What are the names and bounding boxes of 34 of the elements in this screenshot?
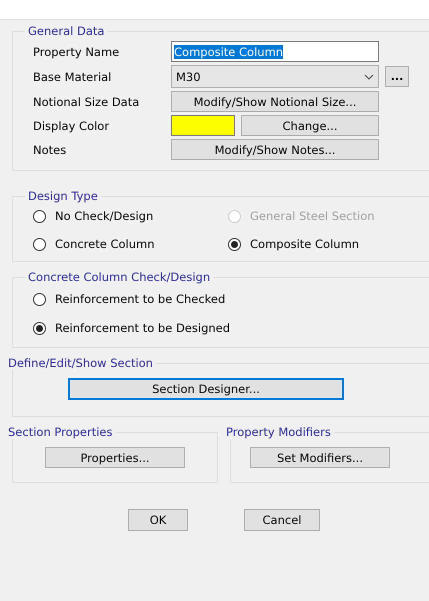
modify-button[interactable]: Modify/Show Notes...	[171, 139, 379, 160]
radio-button[interactable]	[228, 238, 241, 250]
material-dropdown[interactable]: M30	[171, 65, 379, 88]
modify-button[interactable]: Modify/Show Notional Size...	[171, 91, 379, 112]
properties-button[interactable]: Properties...	[45, 447, 185, 468]
chevron-down-icon	[364, 74, 374, 80]
field-label: Notional Size Data	[33, 94, 140, 108]
browse-button[interactable]: ...	[385, 66, 409, 87]
radio-label: No Check/Design	[55, 209, 154, 223]
radio-button[interactable]	[33, 238, 46, 250]
property-name-field[interactable]: Composite Column	[171, 41, 379, 62]
group-title: Concrete Column Check/Design	[27, 270, 212, 284]
section-designer-button[interactable]: Section Designer...	[68, 378, 344, 400]
group-title: Section Properties	[7, 425, 114, 439]
radio-label: General Steel Section	[250, 209, 375, 223]
radio-button[interactable]	[33, 292, 46, 306]
radio-label: Composite Column	[250, 237, 360, 251]
group-title: Define/Edit/Show Section	[7, 356, 154, 370]
group-title: Design Type	[27, 189, 99, 203]
field-label: Notes	[33, 142, 68, 156]
field-label: Property Name	[33, 44, 120, 58]
group-title: Property Modifiers	[225, 425, 332, 439]
radio-label: Reinforcement to be Designed	[55, 321, 230, 335]
field-label: Display Color	[33, 118, 110, 132]
change-button[interactable]: Change...	[241, 115, 379, 136]
dialog-button[interactable]: OK	[128, 509, 188, 531]
field-label: Base Material	[33, 70, 112, 84]
radio-label: Concrete Column	[55, 237, 155, 251]
group-title: General Data	[27, 24, 106, 38]
radio-button[interactable]	[33, 322, 46, 334]
set-modifiers-button[interactable]: Set Modifiers...	[250, 447, 390, 468]
radio-label: Reinforcement to be Checked	[55, 292, 226, 306]
dialog-button[interactable]: Cancel	[244, 509, 320, 531]
radio-button[interactable]	[33, 210, 46, 222]
